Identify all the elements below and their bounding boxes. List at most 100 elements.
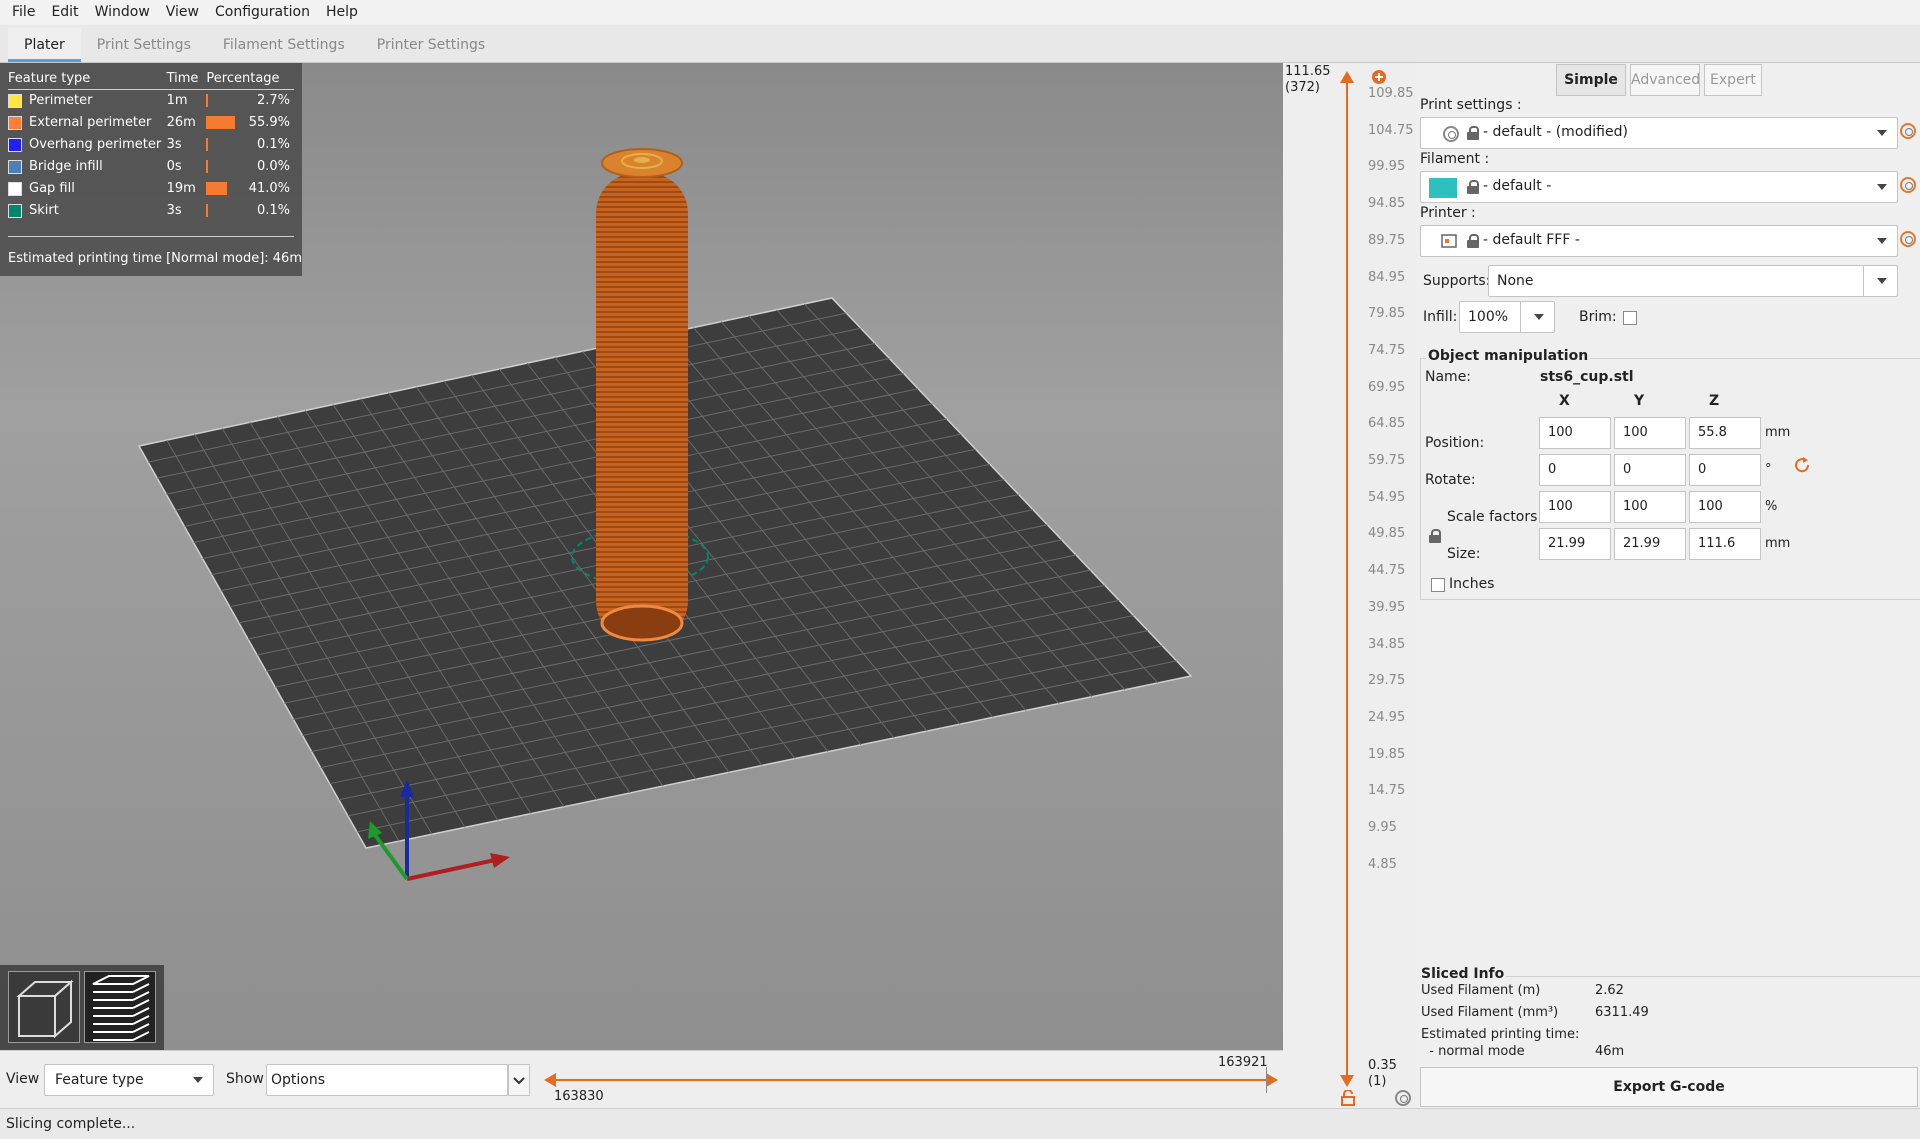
legend-feature-percentage: 2.7% [256,93,290,109]
normal-mode-label: - normal mode [1421,1044,1525,1059]
chevron-down-icon [1877,184,1887,190]
size-z-input[interactable]: 111.6 [1689,528,1761,560]
brim-checkbox[interactable] [1623,311,1637,325]
size-y-input[interactable]: 21.99 [1614,528,1686,560]
unlock-icon[interactable] [1341,1090,1355,1106]
legend-color-swatch [8,159,22,174]
inches-checkbox[interactable] [1431,578,1445,592]
chevron-down-icon [1877,238,1887,244]
menu-edit[interactable]: Edit [43,0,86,25]
legend-row: Skirt 3s 0.1% [8,200,294,222]
filament-select[interactable]: - default - [1420,171,1898,203]
layer-slider-track[interactable] [1346,75,1348,1082]
print-settings-icon [1443,126,1459,142]
brim-label: Brim: [1579,309,1617,325]
legend-feature-name: Perimeter [29,93,93,109]
3d-view-button[interactable] [8,971,80,1043]
legend-percentage-bar [206,116,236,129]
3d-viewport[interactable]: Feature type Time Percentage Perimeter 1m… [0,63,1283,1050]
inches-label: Inches [1449,576,1495,592]
infill-select[interactable]: 100% [1459,301,1555,333]
lock-icon [1467,234,1479,248]
add-color-change-icon[interactable] [1371,69,1387,85]
legend-feature-time: 3s [166,137,182,152]
object-name-value: sts6_cup.stl [1540,369,1634,385]
size-x-input[interactable]: 21.99 [1539,528,1611,560]
tab-plater[interactable]: Plater [8,28,81,62]
preview-button[interactable] [84,971,156,1043]
print-settings-select[interactable]: - default - (modified) [1420,117,1898,149]
scale-x-input[interactable]: 100 [1539,491,1611,523]
legend-color-swatch [8,115,22,130]
filament-value: - default - [1483,178,1552,194]
legend-color-swatch [8,93,22,108]
legend-feature-percentage: 0.1% [256,203,290,218]
legend-header-feature: Feature type [8,69,167,90]
supports-select[interactable]: None [1488,265,1898,297]
layer-settings-gear-icon[interactable] [1395,1090,1411,1106]
rotate-z-input[interactable]: 0 [1689,454,1761,486]
layer-top-thumb-icon[interactable] [1340,71,1354,83]
scale-label: Scale factors: [1447,509,1543,525]
mode-simple-button[interactable]: Simple [1556,64,1626,96]
view-type-select[interactable]: Feature type [44,1064,214,1096]
position-x-input[interactable]: 100 [1539,417,1611,449]
filament-edit-gear-icon[interactable] [1900,177,1916,193]
menu-configuration[interactable]: Configuration [207,0,318,25]
filament-label: Filament : [1420,151,1490,167]
horizontal-slider-track[interactable] [548,1079,1270,1081]
layer-tick-label: 49.85 [1368,526,1406,542]
tab-print-settings[interactable]: Print Settings [81,28,207,62]
export-gcode-button[interactable]: Export G-code [1420,1067,1918,1107]
reset-rotation-icon[interactable] [1794,456,1812,474]
printed-object [596,173,688,641]
menu-view[interactable]: View [158,0,207,25]
layers-icon [92,975,150,1041]
infill-label: Infill: [1423,309,1458,325]
rotate-y-input[interactable]: 0 [1614,454,1686,486]
legend-color-swatch [8,181,22,196]
position-z-input[interactable]: 55.8 [1689,417,1761,449]
cube-icon [16,979,74,1039]
menu-file[interactable]: File [4,0,43,25]
layer-top-number: (372) [1285,80,1320,95]
layer-tick-label: 74.75 [1368,342,1406,358]
slider-left-thumb-icon[interactable] [544,1073,556,1087]
mode-expert-button[interactable]: Expert [1704,64,1762,96]
print-settings-edit-gear-icon[interactable] [1900,123,1916,139]
view-type-value: Feature type [55,1072,144,1088]
used-filament-mm3-value: 6311.49 [1595,1005,1649,1020]
mode-advanced-button[interactable]: Advanced [1630,64,1700,96]
menu-bar: File Edit Window View Configuration Help [0,0,1920,25]
position-y-input[interactable]: 100 [1614,417,1686,449]
axis-z-header: Z [1709,393,1720,409]
slider-right-thumb-icon[interactable] [1266,1073,1278,1087]
menu-help[interactable]: Help [318,0,366,25]
axis-x-header: X [1559,393,1570,409]
tab-bar: Plater Print Settings Filament Settings … [0,25,1920,63]
printer-value: - default FFF - [1483,232,1580,248]
show-options-select[interactable]: Options [266,1064,508,1096]
layer-top-value: 111.65 [1285,64,1331,79]
menu-window[interactable]: Window [87,0,158,25]
scale-unit: % [1765,499,1778,514]
show-options-dropdown-button[interactable] [508,1064,530,1096]
show-label: Show [226,1071,264,1087]
legend-feature-name: Bridge infill [29,159,103,174]
layer-tick-label: 34.85 [1368,636,1406,652]
rotate-x-input[interactable]: 0 [1539,454,1611,486]
uniform-scale-lock-icon[interactable] [1429,529,1441,543]
legend-feature-time: 26m [166,115,196,130]
printer-select[interactable]: - default FFF - [1420,225,1898,257]
legend-row: Gap fill 19m 41.0% [8,178,294,200]
tab-printer-settings[interactable]: Printer Settings [361,28,501,62]
layer-bottom-thumb-icon[interactable] [1340,1075,1354,1087]
scale-z-input[interactable]: 100 [1689,491,1761,523]
chevron-down-icon [1534,314,1544,320]
tab-filament-settings[interactable]: Filament Settings [207,28,361,62]
scale-y-input[interactable]: 100 [1614,491,1686,523]
legend-percentage-bar [206,182,228,195]
printer-edit-gear-icon[interactable] [1900,231,1916,247]
layer-bottom-number: (1) [1368,1074,1387,1089]
right-sidebar: Simple Advanced Expert Print settings : … [1416,63,1920,1108]
